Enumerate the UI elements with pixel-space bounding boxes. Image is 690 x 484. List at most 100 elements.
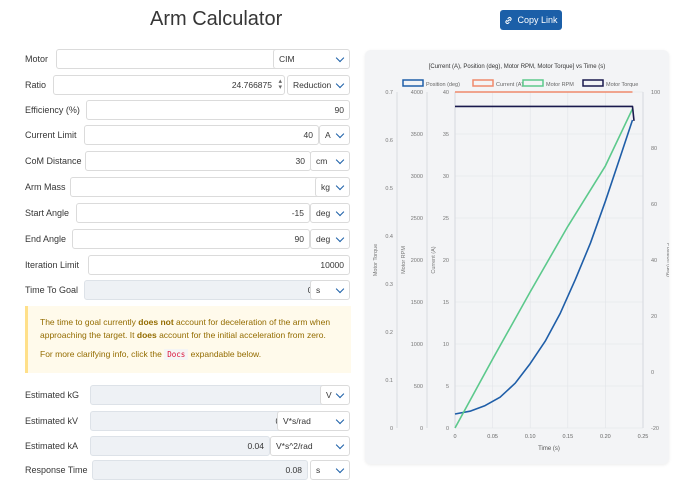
end-angle-input[interactable]: 90 xyxy=(72,229,310,249)
motor-rpm-tick-label: 500 xyxy=(414,384,423,390)
kv-unit-select[interactable]: V*s/rad xyxy=(277,411,350,431)
com-distance-input[interactable]: 30 xyxy=(85,151,311,171)
com-distance-label: CoM Distance xyxy=(25,156,82,166)
chart-title: [Current (A), Position (deg), Motor RPM,… xyxy=(429,64,606,70)
current-tick-label: 35 xyxy=(443,132,449,138)
start-angle-unit-value: deg xyxy=(316,208,331,218)
current-limit-label: Current Limit xyxy=(25,130,77,140)
ka-unit-value: V*s^2/rad xyxy=(276,441,313,451)
motor-torque-tick-label: 0 xyxy=(390,426,393,432)
mass-unit-select[interactable]: kg xyxy=(315,177,350,197)
motor-torque-tick-label: 0.3 xyxy=(385,282,393,288)
time-to-goal-output: 0.240 xyxy=(84,280,335,300)
motor-torque-axis-label: Motor Torque xyxy=(373,244,379,276)
arm-mass-label: Arm Mass xyxy=(25,182,66,192)
note-paragraph-1: The time to goal currently does not acco… xyxy=(40,316,339,342)
link-icon xyxy=(505,16,513,24)
deceleration-note: The time to goal currently does not acco… xyxy=(25,306,351,373)
start-angle-input[interactable]: -15 xyxy=(76,203,310,223)
legend-swatch xyxy=(582,79,604,87)
x-tick-label: 0.15 xyxy=(562,434,573,440)
motor-rpm-tick-label: 4000 xyxy=(411,90,423,96)
motor-rpm-tick-label: 3000 xyxy=(411,174,423,180)
chevron-down-icon xyxy=(335,155,345,165)
estimated-kg-output: 1.06 xyxy=(90,385,344,405)
chevron-down-icon xyxy=(335,233,345,243)
chevron-down-icon xyxy=(335,389,345,399)
motor-torque-tick-label: 0.6 xyxy=(385,138,393,144)
current-unit-select[interactable]: A xyxy=(319,125,350,145)
position-tick-label: 60 xyxy=(651,202,657,208)
legend-label: Motor RPM xyxy=(546,82,574,88)
arm-simulation-chart: [Current (A), Position (deg), Motor RPM,… xyxy=(373,64,671,452)
chevron-down-icon xyxy=(335,79,345,89)
estimated-kv-output: 0.53 xyxy=(90,411,298,431)
chevron-down-icon xyxy=(335,284,345,294)
current-tick-label: 20 xyxy=(443,258,449,264)
current-tick-label: 5 xyxy=(446,384,449,390)
motor-count-input[interactable]: 4 xyxy=(56,49,297,69)
copy-link-button[interactable]: Copy Link xyxy=(500,10,562,30)
chevron-down-icon xyxy=(335,440,345,450)
com-unit-select[interactable]: cm xyxy=(310,151,350,171)
current-tick-label: 0 xyxy=(446,426,449,432)
x-tick-label: 0.25 xyxy=(638,434,649,440)
legend-swatch xyxy=(472,79,494,87)
position-tick-label: -20 xyxy=(651,426,659,432)
com-unit-value: cm xyxy=(316,156,328,166)
x-axis-label: Time (s) xyxy=(538,446,560,452)
arm-mass-input[interactable]: 8 xyxy=(70,177,336,197)
current-unit-value: A xyxy=(325,130,331,140)
note-text: The time to goal currently xyxy=(40,317,139,327)
mass-unit-value: kg xyxy=(321,182,330,192)
position-tick-label: 0 xyxy=(651,370,654,376)
current-limit-input[interactable]: 40 xyxy=(84,125,319,145)
note-text: For more clarifying info, click the xyxy=(40,349,165,359)
chart-card: [Current (A), Position (deg), Motor RPM,… xyxy=(365,50,671,464)
end-angle-unit-value: deg xyxy=(316,234,331,244)
note-text: account for the initial acceleration fro… xyxy=(156,330,326,340)
note-text: expandable below. xyxy=(188,349,262,359)
response-time-output: 0.08 xyxy=(92,460,308,480)
end-angle-unit-select[interactable]: deg xyxy=(310,229,350,249)
ka-unit-select[interactable]: V*s^2/rad xyxy=(270,436,350,456)
motor-type-select[interactable]: CIM xyxy=(273,49,350,69)
time-unit-select[interactable]: s xyxy=(310,280,350,300)
current-tick-label: 40 xyxy=(443,90,449,96)
estimated-ka-label: Estimated kA xyxy=(25,441,79,451)
position-tick-label: 20 xyxy=(651,314,657,320)
legend-label: Motor Torque xyxy=(606,82,638,88)
chevron-down-icon xyxy=(335,464,345,474)
docs-code: Docs xyxy=(164,349,189,360)
motor-rpm-tick-label: 1000 xyxy=(411,342,423,348)
time-unit-value: s xyxy=(316,285,321,295)
chevron-down-icon xyxy=(335,53,345,63)
time-to-goal-label: Time To Goal xyxy=(25,285,79,295)
motor-torque-tick-label: 0.4 xyxy=(385,234,393,240)
x-tick-label: 0.10 xyxy=(525,434,536,440)
chevron-down-icon xyxy=(335,181,345,191)
page-title: Arm Calculator xyxy=(150,8,283,30)
motor-torque-tick-label: 0.2 xyxy=(385,330,393,336)
note-emphasis: does xyxy=(136,330,157,340)
estimated-ka-output: 0.04 xyxy=(90,436,270,456)
x-tick-label: 0.05 xyxy=(487,434,498,440)
ratio-input[interactable]: 24.766875 ▴ ▾ xyxy=(53,75,285,95)
position-tick-label: 100 xyxy=(651,90,660,96)
spinner-icon[interactable]: ▴ ▾ xyxy=(278,78,282,91)
ratio-type-select[interactable]: Reduction xyxy=(287,75,350,95)
ratio-label: Ratio xyxy=(25,80,47,90)
motor-rpm-tick-label: 2500 xyxy=(411,216,423,222)
ratio-value: 24.766875 xyxy=(231,80,272,90)
chevron-down-icon xyxy=(335,129,345,139)
estimated-kv-label: Estimated kV xyxy=(25,416,79,426)
response-unit-select[interactable]: s xyxy=(310,460,350,480)
legend-swatch xyxy=(522,79,544,87)
x-tick-label: 0.20 xyxy=(600,434,611,440)
series-line-motor-torque xyxy=(455,105,635,121)
iteration-limit-input[interactable]: 10000 xyxy=(88,255,350,275)
kg-unit-select[interactable]: V xyxy=(320,385,350,405)
efficiency-input[interactable]: 90 xyxy=(86,100,350,120)
current-tick-label: 10 xyxy=(443,342,449,348)
start-angle-unit-select[interactable]: deg xyxy=(310,203,350,223)
